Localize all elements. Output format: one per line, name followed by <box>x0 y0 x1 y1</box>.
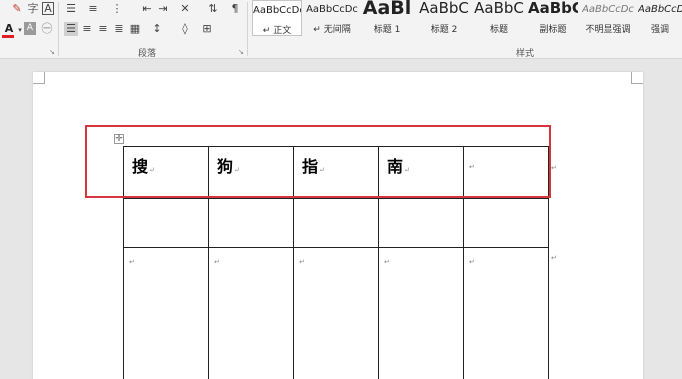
multilevel-list-icon[interactable]: ⋮ <box>110 2 124 16</box>
bullets-icon[interactable]: ☰ <box>64 2 78 16</box>
highlight-annotation-box <box>85 125 551 198</box>
table-cell[interactable] <box>123 198 209 248</box>
style-subtitle[interactable]: AaBbC 副标题 <box>528 0 578 36</box>
paragraph-mark: ↵ <box>299 258 305 266</box>
table-cell[interactable]: ↵ <box>123 247 209 379</box>
char-shading-icon[interactable]: A <box>24 22 36 35</box>
chinese-layout-icon[interactable]: ✕ <box>178 2 192 16</box>
table-cell[interactable] <box>378 198 464 248</box>
style-heading-2[interactable]: AaBbC 标题 2 <box>418 0 470 36</box>
corner-mark <box>33 72 45 84</box>
phonetic-icon[interactable]: ✎ <box>10 2 24 16</box>
font-color-letter: A <box>4 22 14 35</box>
document-page[interactable]: ✛ 搜↵ 狗↵ 指↵ 南↵ ↵ ↵ ↵ ↵ ↵ ↵ ↵ ↵ <box>33 72 643 379</box>
font-group-launcher-icon[interactable]: ↘ <box>49 48 55 56</box>
style-emphasis[interactable]: AaBbCcDc 强调 <box>638 0 682 36</box>
style-title[interactable]: AaBbC 标题 <box>474 0 524 36</box>
styles-group-label: 样式 <box>516 49 535 59</box>
justify-icon[interactable]: ≣ <box>112 22 126 36</box>
shading-icon[interactable]: ◊ <box>178 22 192 36</box>
numbering-icon[interactable]: ≡ <box>86 2 100 16</box>
corner-mark <box>631 72 643 84</box>
style-normal[interactable]: AaBbCcDc ↵ 正文 <box>252 0 302 36</box>
align-right-icon[interactable]: ≡ <box>96 22 110 36</box>
paragraph-mark: ↵ <box>469 258 475 266</box>
style-no-spacing[interactable]: AaBbCcDc ↵ 无间隔 <box>306 0 358 36</box>
table-cell[interactable]: ↵ <box>208 247 294 379</box>
enclose-circle-icon[interactable]: ㊀ <box>40 22 54 36</box>
borders-icon[interactable]: ⊞ <box>200 22 214 36</box>
paragraph-mark: ↵ <box>384 258 390 266</box>
table-cell[interactable]: ↵ <box>463 247 549 379</box>
table-cell[interactable]: ↵ <box>378 247 464 379</box>
table-row <box>123 198 549 248</box>
increase-indent-icon[interactable]: ⇥ <box>156 2 170 16</box>
table-cell[interactable]: ↵ <box>293 247 379 379</box>
table-cell[interactable] <box>293 198 379 248</box>
show-marks-icon[interactable]: ¶ <box>228 2 242 16</box>
table-cell[interactable] <box>463 198 549 248</box>
paragraph-mark: ↵ <box>129 258 135 266</box>
table-cell[interactable] <box>208 198 294 248</box>
line-spacing-icon[interactable]: ↕ <box>150 22 164 36</box>
style-heading-1[interactable]: AaBl 标题 1 <box>362 0 412 36</box>
char-border-icon[interactable]: A <box>42 2 54 15</box>
distributed-icon[interactable]: ▦ <box>128 22 142 36</box>
sort-icon[interactable]: ⇅ <box>206 2 220 16</box>
paragraph-group-launcher-icon[interactable]: ↘ <box>238 48 244 56</box>
style-subtle-emphasis[interactable]: AaBbCcDc 不明显强调 <box>582 0 634 36</box>
paragraph-mark: ↵ <box>214 258 220 266</box>
align-left-icon[interactable]: ☰ <box>64 22 78 36</box>
row-end-mark: ↵ <box>551 254 557 262</box>
enclose-char-icon[interactable]: 字 <box>26 2 40 16</box>
group-divider <box>247 2 248 56</box>
row-end-mark: ↵ <box>551 164 557 172</box>
decrease-indent-icon[interactable]: ⇤ <box>140 2 154 16</box>
group-divider <box>58 2 59 56</box>
ribbon: ✎ 字 A A ▾ A ㊀ ↘ ☰ ≡ ⋮ ⇤ ⇥ ✕ ⇅ ¶ ☰ ≡ ≡ ≣ … <box>0 0 682 59</box>
paragraph-group-label: 段落 <box>138 49 157 59</box>
table-row: ↵ ↵ ↵ ↵ ↵ <box>123 247 549 379</box>
center-icon[interactable]: ≡ <box>80 22 94 36</box>
